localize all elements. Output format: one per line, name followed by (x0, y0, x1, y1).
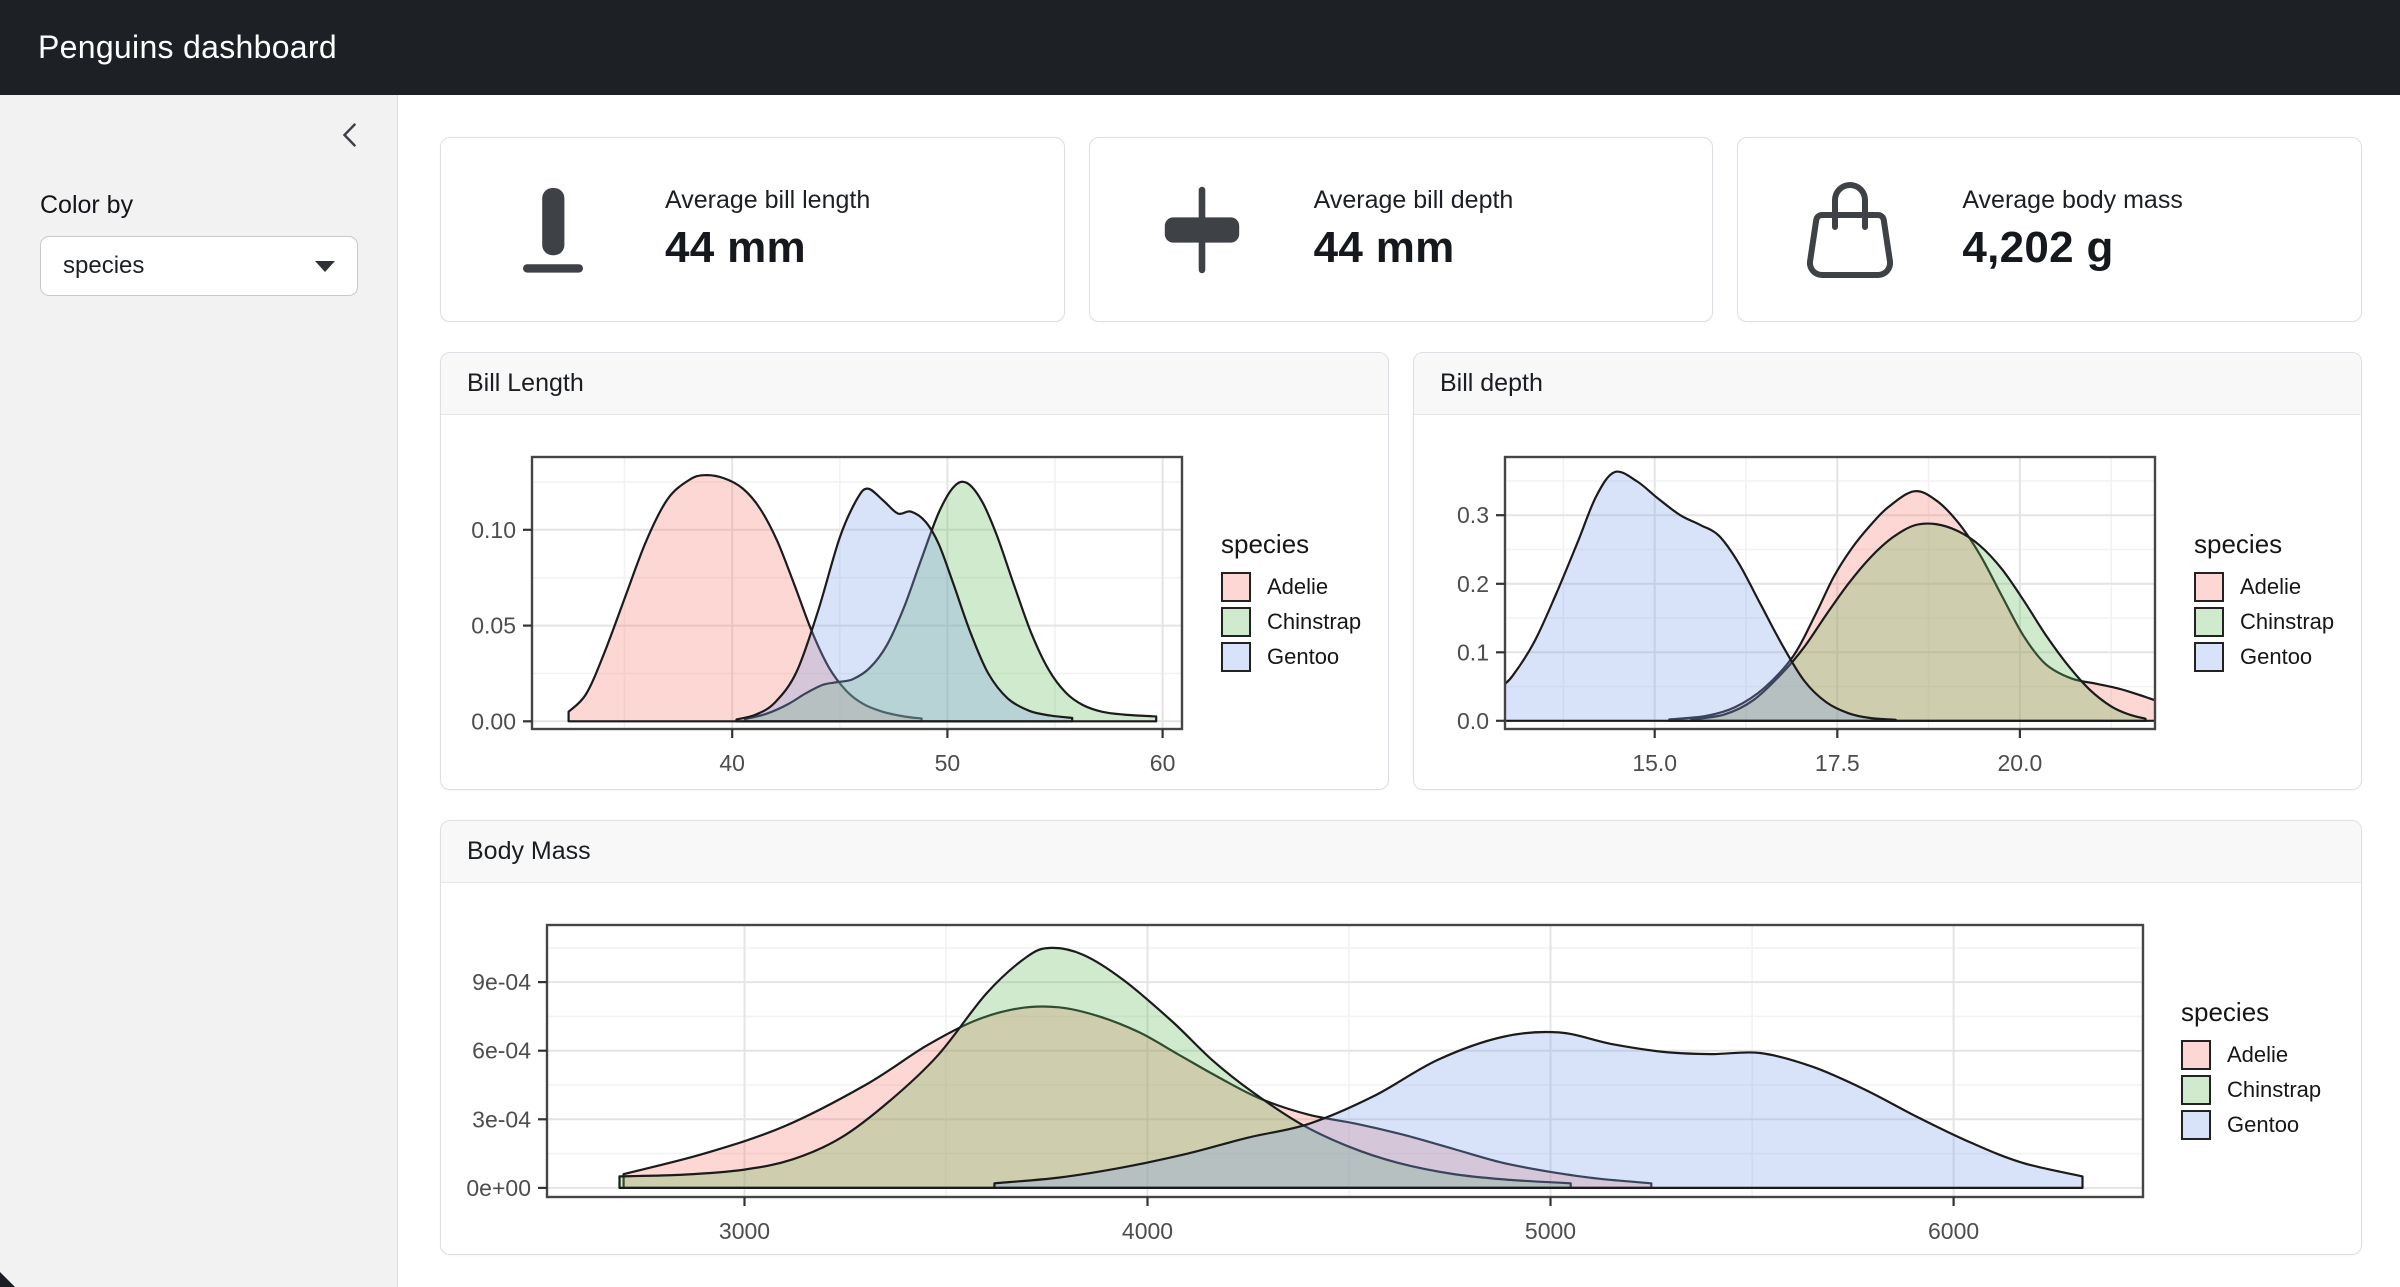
legend-label: Chinstrap (2227, 1077, 2321, 1103)
handbag-icon (1800, 182, 1900, 278)
card-bill-length: Bill Length 40 50 60 0.00 0.05 0.10 species Ade… (440, 352, 1389, 790)
legend-label: Chinstrap (1267, 609, 1361, 635)
legend-label: Adelie (2227, 1042, 2288, 1068)
sidebar-collapse-button[interactable] (333, 119, 367, 153)
charts-row: Bill Length 40 50 60 0.00 0.05 0.10 species Ade… (440, 352, 2362, 790)
value-box-bill-length: Average bill length 44 mm (440, 137, 1065, 322)
legend-entry-adelie: Adelie (1221, 572, 1361, 602)
svg-text:0e+00: 0e+00 (466, 1175, 531, 1201)
svg-text:0.05: 0.05 (471, 613, 516, 639)
legend-entry-chinstrap: Chinstrap (2194, 607, 2334, 637)
svg-text:40: 40 (719, 750, 745, 776)
card-title: Bill Length (441, 353, 1388, 415)
density-plot-svg: 40 50 60 0.00 0.05 0.10 (455, 429, 1215, 777)
caret-down-icon (315, 261, 335, 272)
legend-entry-chinstrap: Chinstrap (1221, 607, 1361, 637)
value-box-title: Average bill length (665, 186, 870, 215)
svg-text:0.3: 0.3 (1457, 502, 1489, 528)
body-mass-row: Body Mass 3000 4000 5000 6000 0e+00 3e-04 6e-0… (440, 820, 2362, 1255)
body-mass-density-chart: 3000 4000 5000 6000 0e+00 3e-04 6e-04 9e-04 spec… (455, 897, 2353, 1245)
legend-swatch-adelie (2181, 1040, 2211, 1070)
value-box-row: Average bill length 44 mm Average bill d… (440, 137, 2362, 322)
chart-legend: species Adelie Chinstrap Gentoo (2181, 997, 2321, 1145)
chart-legend: species Adelie Chinstrap Gentoo (1221, 529, 1361, 677)
value-box-value: 44 mm (1314, 223, 1514, 273)
svg-text:9e-04: 9e-04 (472, 969, 531, 995)
svg-text:6e-04: 6e-04 (472, 1038, 531, 1064)
legend-swatch-adelie (1221, 572, 1251, 602)
svg-text:0.00: 0.00 (471, 708, 516, 734)
legend-swatch-gentoo (2194, 642, 2224, 672)
legend-entry-adelie: Adelie (2181, 1040, 2321, 1070)
select-value: species (63, 252, 144, 280)
svg-text:5000: 5000 (1525, 1218, 1576, 1244)
main-content: Average bill length 44 mm Average bill d… (398, 95, 2400, 1287)
svg-text:3000: 3000 (719, 1218, 770, 1244)
legend-title: species (2181, 997, 2321, 1028)
value-box-title: Average body mass (1962, 186, 2183, 215)
bill-depth-density-chart: 15.0 17.5 20.0 0.0 0.1 0.2 0.3 species Adelie Chi… (1428, 429, 2353, 777)
bill-length-density-chart: 40 50 60 0.00 0.05 0.10 species Adelie Chinstrap… (455, 429, 1380, 777)
chevron-left-icon (337, 122, 363, 151)
density-plot-svg: 3000 4000 5000 6000 0e+00 3e-04 6e-04 9e-04 (455, 897, 2175, 1245)
svg-text:15.0: 15.0 (1632, 750, 1677, 776)
chart-legend: species Adelie Chinstrap Gentoo (2194, 529, 2334, 677)
sidebar: Color by species (0, 95, 398, 1287)
svg-text:17.5: 17.5 (1815, 750, 1860, 776)
legend-label: Chinstrap (2240, 609, 2334, 635)
legend-entry-chinstrap: Chinstrap (2181, 1075, 2321, 1105)
legend-entry-gentoo: Gentoo (1221, 642, 1361, 672)
color-by-select[interactable]: species (40, 236, 358, 296)
align-bottom-icon (503, 182, 603, 278)
legend-swatch-chinstrap (2194, 607, 2224, 637)
app-title: Penguins dashboard (38, 29, 337, 66)
align-center-icon (1152, 182, 1252, 278)
legend-swatch-chinstrap (2181, 1075, 2211, 1105)
card-body-mass: Body Mass 3000 4000 5000 6000 0e+00 3e-04 6e-0… (440, 820, 2362, 1255)
navbar: Penguins dashboard (0, 0, 2400, 95)
svg-text:50: 50 (935, 750, 961, 776)
value-box-value: 4,202 g (1962, 223, 2183, 273)
value-box-bill-depth: Average bill depth 44 mm (1089, 137, 1714, 322)
card-title: Bill depth (1414, 353, 2361, 415)
legend-swatch-gentoo (1221, 642, 1251, 672)
svg-text:0.10: 0.10 (471, 517, 516, 543)
legend-swatch-chinstrap (1221, 607, 1251, 637)
value-box-body-mass: Average body mass 4,202 g (1737, 137, 2362, 322)
legend-entry-gentoo: Gentoo (2181, 1110, 2321, 1140)
legend-swatch-gentoo (2181, 1110, 2211, 1140)
legend-label: Gentoo (2227, 1112, 2299, 1138)
svg-text:20.0: 20.0 (1998, 750, 2043, 776)
svg-text:0.1: 0.1 (1457, 639, 1489, 665)
svg-text:60: 60 (1150, 750, 1176, 776)
legend-label: Adelie (1267, 574, 1328, 600)
legend-entry-gentoo: Gentoo (2194, 642, 2334, 672)
svg-text:6000: 6000 (1928, 1218, 1979, 1244)
value-box-value: 44 mm (665, 223, 870, 273)
color-by-label: Color by (40, 191, 357, 220)
legend-label: Gentoo (2240, 644, 2312, 670)
legend-entry-adelie: Adelie (2194, 572, 2334, 602)
legend-swatch-adelie (2194, 572, 2224, 602)
value-box-title: Average bill depth (1314, 186, 1514, 215)
resize-corner-mark (0, 1272, 15, 1287)
legend-label: Adelie (2240, 574, 2301, 600)
card-title: Body Mass (441, 821, 2361, 883)
density-plot-svg: 15.0 17.5 20.0 0.0 0.1 0.2 0.3 (1428, 429, 2188, 777)
svg-text:3e-04: 3e-04 (472, 1106, 531, 1132)
svg-text:0.0: 0.0 (1457, 708, 1489, 734)
svg-text:0.2: 0.2 (1457, 571, 1489, 597)
legend-title: species (2194, 529, 2334, 560)
card-bill-depth: Bill depth 15.0 17.5 20.0 0.0 0.1 0.2 0.3 speci… (1413, 352, 2362, 790)
svg-text:4000: 4000 (1122, 1218, 1173, 1244)
legend-label: Gentoo (1267, 644, 1339, 670)
legend-title: species (1221, 529, 1361, 560)
